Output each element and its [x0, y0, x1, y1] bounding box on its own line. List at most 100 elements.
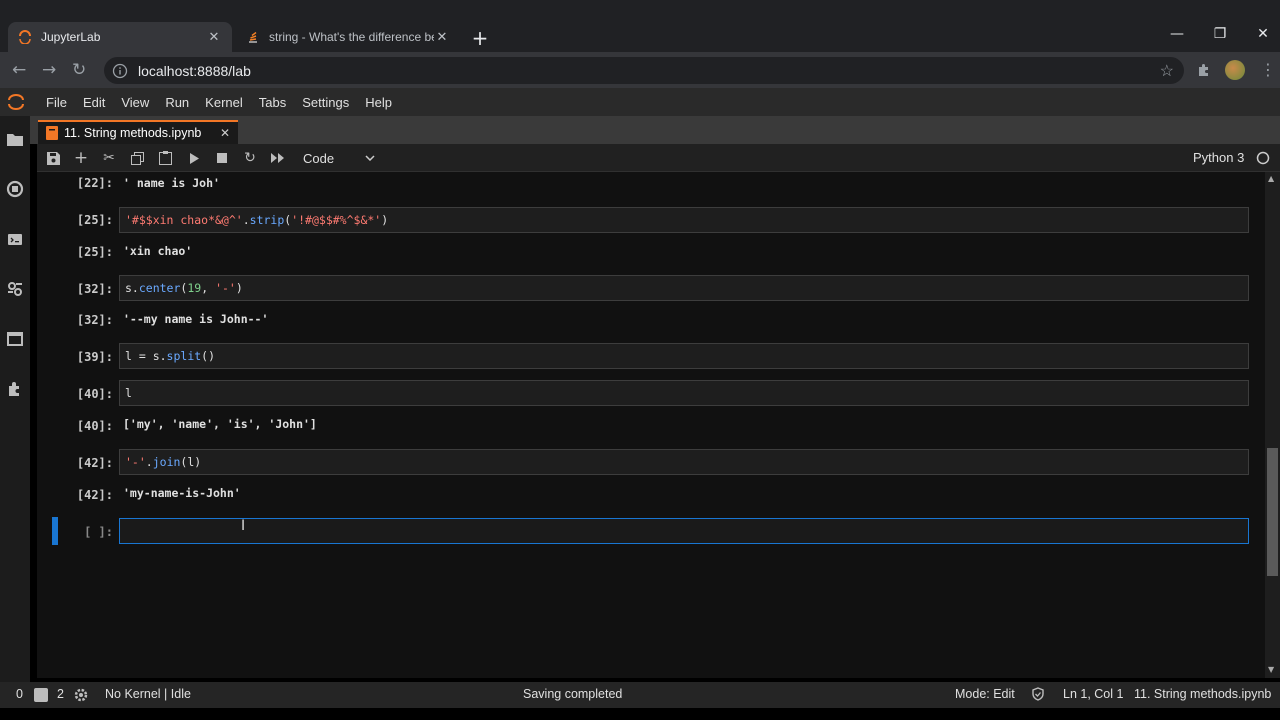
terminal-icon[interactable] [34, 688, 48, 702]
browser-menu-icon[interactable]: ⋮ [1260, 60, 1276, 79]
input-prompt: [39]: [76, 350, 113, 364]
scroll-down-icon[interactable]: ▼ [1268, 665, 1274, 674]
browser-tab-strip: JupyterLab ✕ string - What's the differe… [0, 0, 1280, 52]
menu-view[interactable]: View [113, 95, 157, 110]
code-text: s. [125, 281, 139, 295]
code-text: (l) [180, 455, 202, 469]
bookmark-star-icon[interactable]: ☆ [1160, 61, 1174, 81]
close-window-icon[interactable]: ✕ [1253, 26, 1273, 42]
kernel-status[interactable]: No Kernel | Idle [105, 687, 191, 701]
vertical-scrollbar[interactable]: ▲ ▼ [1265, 172, 1280, 678]
close-icon[interactable]: ✕ [220, 126, 230, 140]
menu-kernel[interactable]: Kernel [197, 95, 251, 110]
screen-bottom-edge [0, 708, 1280, 720]
commands-icon[interactable] [5, 229, 25, 249]
jupyter-logo-icon [19, 30, 31, 44]
save-icon[interactable] [45, 150, 61, 166]
menu-help[interactable]: Help [357, 95, 400, 110]
code-text: , [201, 281, 216, 295]
scroll-up-icon[interactable]: ▲ [1268, 174, 1274, 183]
stop-icon[interactable] [214, 150, 230, 166]
folder-icon[interactable] [5, 129, 25, 149]
extensions-puzzle-icon[interactable] [1196, 62, 1212, 78]
stackoverflow-icon [249, 31, 257, 43]
code-text: ) [235, 281, 243, 295]
menu-edit[interactable]: Edit [75, 95, 113, 110]
extension-manager-icon[interactable] [5, 379, 25, 399]
browser-tab-jupyterlab[interactable]: JupyterLab ✕ [8, 22, 232, 52]
menu-settings[interactable]: Settings [294, 95, 357, 110]
tab-notebook-title: 11. String methods.ipynb [64, 126, 202, 140]
menu-tabs[interactable]: Tabs [251, 95, 294, 110]
code-cell-editor[interactable]: l = s. split() [119, 343, 1249, 369]
input-prompt: [42]: [76, 456, 113, 470]
active-code-cell-editor[interactable] [119, 518, 1249, 544]
restart-kernel-icon[interactable]: ↻ [242, 150, 258, 166]
tab-notebook[interactable]: 11. String methods.ipynb ✕ [38, 120, 238, 144]
cell-output: 'xin chao' [123, 244, 193, 258]
code-number: 19 [187, 281, 202, 295]
terminals-count[interactable]: 0 [16, 687, 23, 701]
close-tab-icon[interactable]: ✕ [434, 29, 450, 45]
notebook-icon [46, 126, 58, 140]
menu-file[interactable]: File [38, 95, 75, 110]
tabs-icon[interactable] [5, 329, 25, 349]
menu-bar: File Edit View Run Kernel Tabs Settings … [0, 88, 1280, 116]
running-icon[interactable] [5, 179, 25, 199]
code-text: . [242, 213, 250, 227]
copy-icon[interactable] [129, 150, 145, 166]
code-function: strip [249, 213, 285, 227]
property-inspector-icon[interactable] [5, 279, 25, 299]
code-cell-editor[interactable]: l [119, 380, 1249, 406]
cell-type-value: Code [303, 150, 335, 166]
cell-output: ' name is Joh' [123, 176, 220, 190]
code-cell-editor[interactable]: s. center(19, '-') [119, 275, 1249, 301]
output-prompt: [40]: [76, 419, 113, 433]
cell-output: '--my name is John--' [123, 312, 269, 326]
code-cell-editor[interactable]: '-'. join (l) [119, 449, 1249, 475]
notebook-panel[interactable]: [22]: ' name is Joh' [25]: '#$$xin chao*… [37, 172, 1265, 678]
cursor-position[interactable]: Ln 1, Col 1 [1063, 687, 1123, 701]
kernel-name[interactable]: Python 3 [1193, 150, 1244, 165]
new-tab-icon[interactable]: + [470, 26, 490, 50]
address-bar[interactable]: localhost:8888/lab ☆ [104, 57, 1184, 84]
avatar[interactable] [1225, 60, 1245, 80]
close-tab-icon[interactable]: ✕ [206, 29, 222, 45]
consoles-count[interactable]: 2 [57, 687, 64, 701]
trusted-shield-icon[interactable] [1031, 687, 1045, 701]
kernel-gear-icon[interactable] [74, 688, 88, 702]
paste-icon[interactable] [157, 150, 173, 166]
browser-tab-stackoverflow[interactable]: string - What's the difference bet ✕ [236, 22, 460, 52]
minimize-icon[interactable]: — [1167, 26, 1187, 42]
menu-run[interactable]: Run [157, 95, 197, 110]
restore-icon[interactable]: ❐ [1210, 26, 1230, 42]
input-prompt: [ ]: [84, 525, 113, 539]
add-cell-icon[interactable]: + [73, 148, 89, 168]
back-icon[interactable]: ← [12, 60, 26, 80]
output-prompt: [25]: [76, 245, 113, 259]
scrollbar-thumb[interactable] [1267, 448, 1278, 576]
code-function: center [138, 281, 181, 295]
status-bar: 0 2 No Kernel | Idle Saving completed Mo… [0, 682, 1280, 708]
run-icon[interactable] [186, 150, 202, 166]
code-text: ( [284, 213, 292, 227]
cell-output: 'my-name-is-John' [123, 486, 241, 500]
info-icon[interactable] [112, 63, 128, 79]
cut-icon[interactable]: ✂ [101, 150, 117, 166]
status-filename: 11. String methods.ipynb [1134, 687, 1272, 701]
input-prompt: [40]: [76, 387, 113, 401]
input-prompt: [25]: [76, 213, 113, 227]
cell-type-select[interactable]: Code [299, 148, 375, 168]
code-cell-editor[interactable]: '#$$xin chao*&@^'. strip('!#@$$#%^$&*') [119, 207, 1249, 233]
editor-mode[interactable]: Mode: Edit [955, 687, 1015, 701]
save-status: Saving completed [523, 687, 623, 701]
reload-icon[interactable]: ↻ [72, 60, 86, 80]
output-prompt: [22]: [76, 176, 113, 190]
code-function: join [152, 455, 181, 469]
fast-forward-icon[interactable] [270, 150, 286, 166]
forward-icon[interactable]: → [42, 60, 56, 80]
code-string: '!#@$$#%^$&*' [291, 213, 382, 227]
left-sidebar [0, 116, 30, 682]
chevron-down-icon [365, 155, 375, 161]
code-text: () [201, 349, 216, 363]
